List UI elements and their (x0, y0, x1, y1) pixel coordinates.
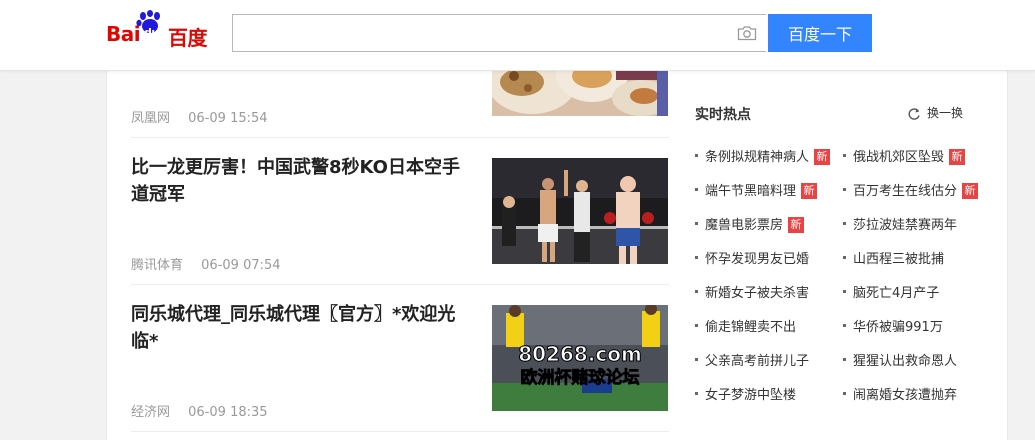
hot-item[interactable]: 端午节黑暗料理新 (695, 180, 818, 200)
hot-item[interactable]: 闹离婚女孩遭抛弃 (843, 384, 957, 403)
logo-text-chinese: 百度 (168, 26, 208, 50)
hot-item[interactable]: 新婚女子被夫杀害 (695, 282, 809, 301)
boxing-image (492, 158, 668, 264)
hot-item[interactable]: 条例拟规精神病人新 (695, 146, 831, 166)
hot-item[interactable]: 百万考生在线估分新 (843, 180, 979, 200)
new-badge: 新 (814, 148, 831, 165)
hot-topics-title: 实时热点 (695, 107, 751, 123)
new-badge: 新 (801, 182, 818, 199)
hot-item[interactable]: 偷走锦鲤卖不出 (695, 316, 796, 335)
news-meta: 经济网 06-09 18:35 (131, 401, 268, 420)
news-title[interactable]: 同乐城代理_同乐城代理〖官方〗*欢迎光临* (131, 301, 467, 355)
hot-item[interactable]: 猩猩认出救命恩人 (843, 350, 957, 369)
thumb-overlay-text: 80268.com (518, 342, 642, 366)
new-badge: 新 (788, 216, 805, 233)
search-box (232, 14, 766, 52)
hot-item[interactable]: 山西程三被批捕 (843, 248, 944, 267)
hot-item[interactable]: 父亲高考前拼儿子 (695, 350, 809, 369)
hot-item[interactable]: 俄战机郊区坠毁新 (843, 146, 966, 166)
refresh-button[interactable]: 换一换 (907, 104, 963, 121)
header-bar: Bai du 百度 百度一下 (0, 0, 1035, 71)
news-time: 06-09 15:54 (188, 111, 268, 126)
hot-item[interactable]: 魔兽电影票房新 (695, 214, 805, 234)
camera-icon[interactable] (737, 25, 757, 41)
hot-item[interactable]: 华侨被骗991万 (843, 316, 943, 335)
logo-text-latin: Bai (106, 22, 141, 46)
news-source: 凤凰网 (131, 111, 171, 126)
thumb-overlay-subtext: 欧洲杯赌球论坛 (521, 367, 640, 388)
news-thumbnail[interactable] (492, 158, 668, 264)
search-input[interactable] (233, 15, 723, 51)
news-source: 腾讯体育 (131, 258, 184, 273)
news-time: 06-09 07:54 (201, 258, 281, 273)
football-image: 80268.com 欧洲杯赌球论坛 (492, 305, 668, 411)
news-meta: 凤凰网 06-09 15:54 (131, 107, 268, 126)
new-badge: 新 (949, 148, 966, 165)
news-meta: 腾讯体育 06-09 07:54 (131, 254, 281, 273)
news-time: 06-09 18:35 (188, 405, 268, 420)
hot-item[interactable]: 脑死亡4月产子 (843, 282, 939, 301)
news-item-3[interactable]: 同乐城代理_同乐城代理〖官方〗*欢迎光临* 经济网 06-09 18:35 80… (131, 285, 669, 432)
refresh-label: 换一换 (927, 106, 964, 120)
news-source: 经济网 (131, 405, 171, 420)
search-button[interactable]: 百度一下 (768, 14, 872, 52)
hot-item[interactable]: 女子梦游中坠楼 (695, 384, 796, 403)
refresh-icon (908, 107, 920, 120)
logo-text-du: du (144, 26, 159, 39)
news-thumbnail[interactable]: 80268.com 欧洲杯赌球论坛 (492, 305, 668, 411)
hot-item[interactable]: 莎拉波娃禁赛两年 (843, 214, 957, 233)
baidu-logo[interactable]: Bai du 百度 (106, 10, 216, 52)
news-item-2[interactable]: 比一龙更厉害！中国武警8秒KO日本空手道冠军 腾讯体育 06-09 07:54 (131, 138, 669, 285)
new-badge: 新 (962, 182, 979, 199)
news-title[interactable]: 比一龙更厉害！中国武警8秒KO日本空手道冠军 (131, 154, 467, 208)
hot-item[interactable]: 怀孕发现男友已婚 (695, 248, 809, 267)
